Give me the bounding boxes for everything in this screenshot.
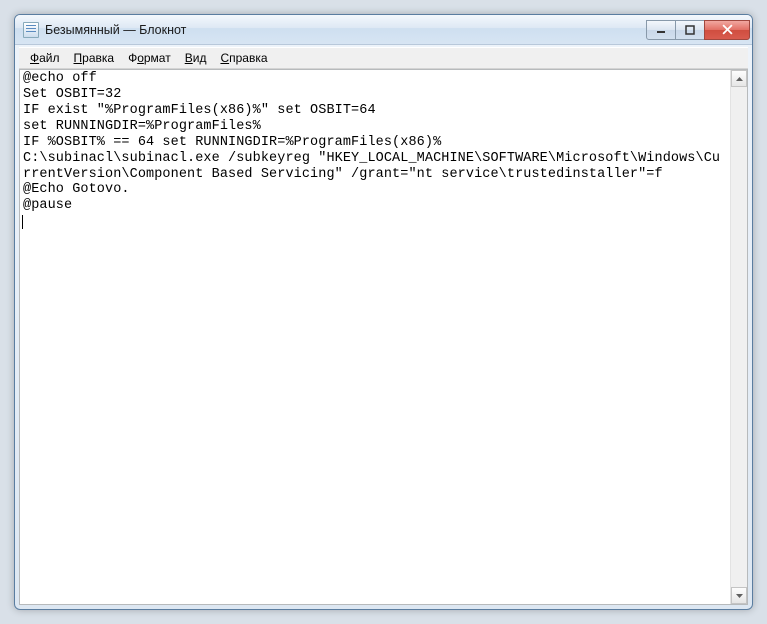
menu-edit[interactable]: Правка — [67, 49, 122, 67]
scroll-up-button[interactable] — [731, 70, 747, 87]
close-button[interactable] — [704, 20, 750, 40]
minimize-button[interactable] — [646, 20, 676, 40]
chevron-up-icon — [736, 77, 743, 81]
editor-container: @echo off Set OSBIT=32 IF exist "%Progra… — [19, 69, 748, 605]
menu-format[interactable]: Формат — [121, 49, 178, 67]
chevron-down-icon — [736, 594, 743, 598]
title-bar[interactable]: Безымянный — Блокнот — [15, 15, 752, 45]
text-editor[interactable]: @echo off Set OSBIT=32 IF exist "%Progra… — [20, 70, 730, 604]
close-icon — [722, 24, 733, 35]
minimize-icon — [656, 25, 666, 35]
scroll-down-button[interactable] — [731, 587, 747, 604]
maximize-icon — [685, 25, 695, 35]
scroll-track[interactable] — [731, 87, 747, 587]
vertical-scrollbar[interactable] — [730, 70, 747, 604]
maximize-button[interactable] — [675, 20, 705, 40]
notepad-window: Безымянный — Блокнот Файл Правка Формат … — [14, 14, 753, 610]
menu-bar: Файл Правка Формат Вид Справка — [19, 47, 748, 69]
menu-help[interactable]: Справка — [213, 49, 274, 67]
window-title: Безымянный — Блокнот — [45, 23, 647, 37]
menu-file[interactable]: Файл — [23, 49, 67, 67]
window-controls — [647, 20, 750, 40]
notepad-icon — [23, 22, 39, 38]
menu-view[interactable]: Вид — [178, 49, 214, 67]
